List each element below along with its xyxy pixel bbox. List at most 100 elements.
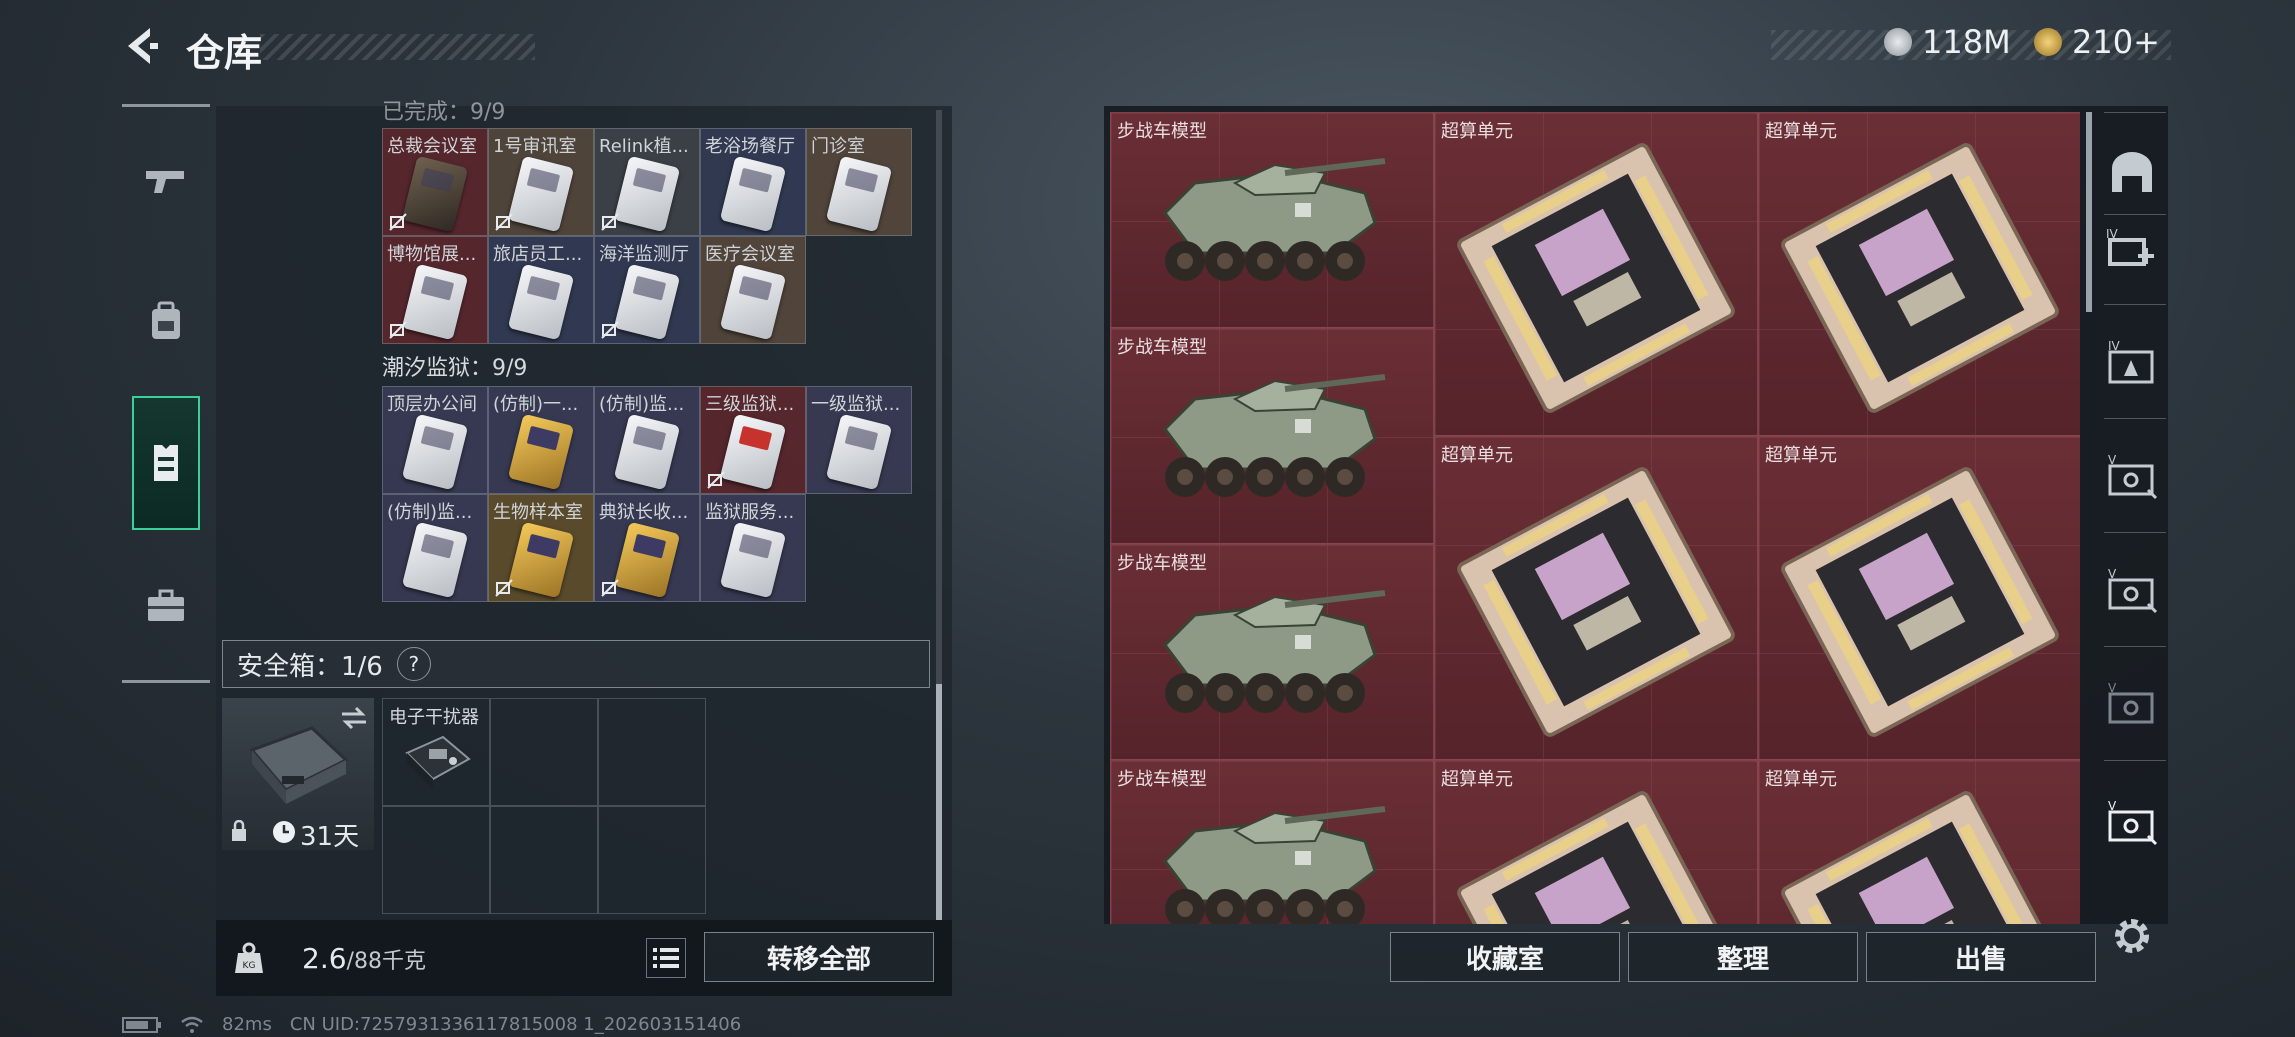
page-title: 仓库 [186,31,263,75]
safebox-slot-empty[interactable] [490,806,598,914]
sell-button[interactable]: 出售 [1866,932,2096,982]
side-tab-5[interactable]: V [2104,448,2160,504]
keycard-slot[interactable]: 一级监狱... [806,386,912,494]
side-tab-8[interactable]: V [2104,794,2160,850]
transfer-all-button[interactable]: 转移全部 [704,932,934,982]
keycard-slot[interactable]: 三级监狱... [700,386,806,494]
weight-current: 2.6 [302,942,347,975]
stash-item-label: 超算单元 [1441,121,1513,142]
keycard-slot[interactable]: 总裁会议室 [382,128,488,236]
side-tab-storage[interactable] [2104,144,2160,200]
safebox-case[interactable]: 31天 [222,698,374,852]
stash-item-supercomputer-unit[interactable]: 超算单元 [1758,112,2080,436]
nav-divider-bottom [122,680,210,683]
keycard-slot[interactable]: (仿制)监... [382,494,488,602]
keycard-grid-group1-row2: 博物馆展... 旅店员工... 海洋监测厅 医疗会议室 [382,236,912,344]
help-button[interactable]: ? [396,647,431,681]
ifv-model-icon [1163,158,1386,281]
swap-icon[interactable] [340,706,368,730]
stash-item-supercomputer-unit[interactable]: 超算单元 [1434,760,1758,924]
stash-item-label: 步战车模型 [1117,769,1207,790]
keycard-slot[interactable]: 顶层办公间 [382,386,488,494]
safebox-slot-jammer[interactable]: 电子干扰器 [382,698,490,806]
nav-weapons[interactable] [132,148,200,216]
keycard-icon [507,155,575,233]
keycard-label: 博物馆展... [387,244,477,265]
stash-item-label: 超算单元 [1441,445,1513,466]
gun-icon [146,171,184,193]
keycard-slot[interactable]: (仿制)一... [488,386,594,494]
keycard-label: 老浴场餐厅 [705,136,795,157]
keycard-slot[interactable]: (仿制)监... [594,386,700,494]
keycard-slot[interactable]: Relink植... [594,128,700,236]
svg-text:KG: KG [243,961,256,971]
keycard-slot[interactable]: 医疗会议室 [700,236,806,344]
stash-scrollbar[interactable] [2086,112,2092,312]
nav-briefcase[interactable] [132,572,200,640]
safebox-slot-empty[interactable] [490,698,598,806]
stash-item-ifv-model[interactable]: 步战车模型 [1110,760,1434,924]
keycard-slot[interactable]: 老浴场餐厅 [700,128,806,236]
nav-backpack[interactable] [132,288,200,356]
storage-arch-icon [2112,152,2152,192]
keycard-label: Relink植... [599,136,689,157]
organize-button[interactable]: 整理 [1628,932,1858,982]
stash-item-supercomputer-unit[interactable]: 超算单元 [1434,112,1758,436]
safebox-slot-empty[interactable] [382,806,490,914]
side-divider [2104,214,2166,215]
stash-item-label: 超算单元 [1441,769,1513,790]
clock-icon [273,821,295,843]
no-trade-icon [601,213,619,231]
stash-grid[interactable]: 步战车模型 步战车模型 步战车模型 步战车模型 超算单元 超算单元 超算单元 超算单元 超算单元… [1110,112,2080,924]
stash-item-supercomputer-unit[interactable]: 超算单元 [1758,760,2080,924]
keycard-slot[interactable]: 典狱长收... [594,494,700,602]
safebox-slot-empty[interactable] [598,806,706,914]
collection-room-button[interactable]: 收藏室 [1390,932,1620,982]
stash-item-supercomputer-unit[interactable]: 超算单元 [1434,436,1758,760]
gear-icon [2115,919,2149,953]
currency-silver: 118M [1884,20,2011,64]
keycard-icon [613,263,681,341]
lock-icon [232,820,246,841]
side-tab-6[interactable]: V [2104,562,2160,618]
safebox-duration: 31天 [300,822,360,852]
currency-silver-value: 118M [1922,23,2011,61]
no-trade-icon [389,321,407,339]
nav-divider-top [122,104,210,107]
keycard-slot[interactable]: 海洋监测厅 [594,236,700,344]
safebox-grid[interactable]: 电子干扰器 [382,698,708,914]
section-label-partial: 已完成：9/9 [382,100,506,125]
side-tab-7[interactable]: V [2104,676,2160,732]
keycard-slot[interactable]: 1号审讯室 [488,128,594,236]
back-arrow-icon[interactable] [120,24,164,68]
jammer-label: 电子干扰器 [389,707,479,728]
briefcase-icon [148,589,184,621]
safebox-case-icon [249,726,349,804]
keycard-slot[interactable]: 博物馆展... [382,236,488,344]
stash-item-ifv-model[interactable]: 步战车模型 [1110,544,1434,760]
side-tab-add[interactable]: IV [2104,220,2160,276]
nav-vest[interactable] [132,396,200,530]
stash-item-supercomputer-unit[interactable]: 超算单元 [1758,436,2080,760]
keycard-slot[interactable]: 门诊室 [806,128,912,236]
stash-item-label: 超算单元 [1765,769,1837,790]
keycard-label: 医疗会议室 [705,244,795,265]
keycard-icon [613,413,681,491]
keycard-slot[interactable]: 旅店员工... [488,236,594,344]
keycard-icon [719,413,787,491]
no-trade-icon [495,213,513,231]
keycard-icon [507,413,575,491]
inventory-scroll-thumb[interactable] [936,684,942,920]
side-tab-4[interactable]: IV [2104,334,2160,390]
supercomputer-unit-icon [1457,467,1735,737]
keycard-slot[interactable]: 生物样本室 [488,494,594,602]
safebox-slot-empty[interactable] [598,698,706,806]
keycard-slot[interactable]: 监狱服务... [700,494,806,602]
jammer-icon [405,735,471,789]
stash-item-ifv-model[interactable]: 步战车模型 [1110,112,1434,328]
stash-item-ifv-model[interactable]: 步战车模型 [1110,328,1434,544]
currency-gold[interactable]: 210+ [2034,20,2160,64]
settings-button[interactable] [2104,908,2160,964]
list-view-button[interactable] [646,938,686,978]
storage-case-icon: IV [2108,339,2154,384]
